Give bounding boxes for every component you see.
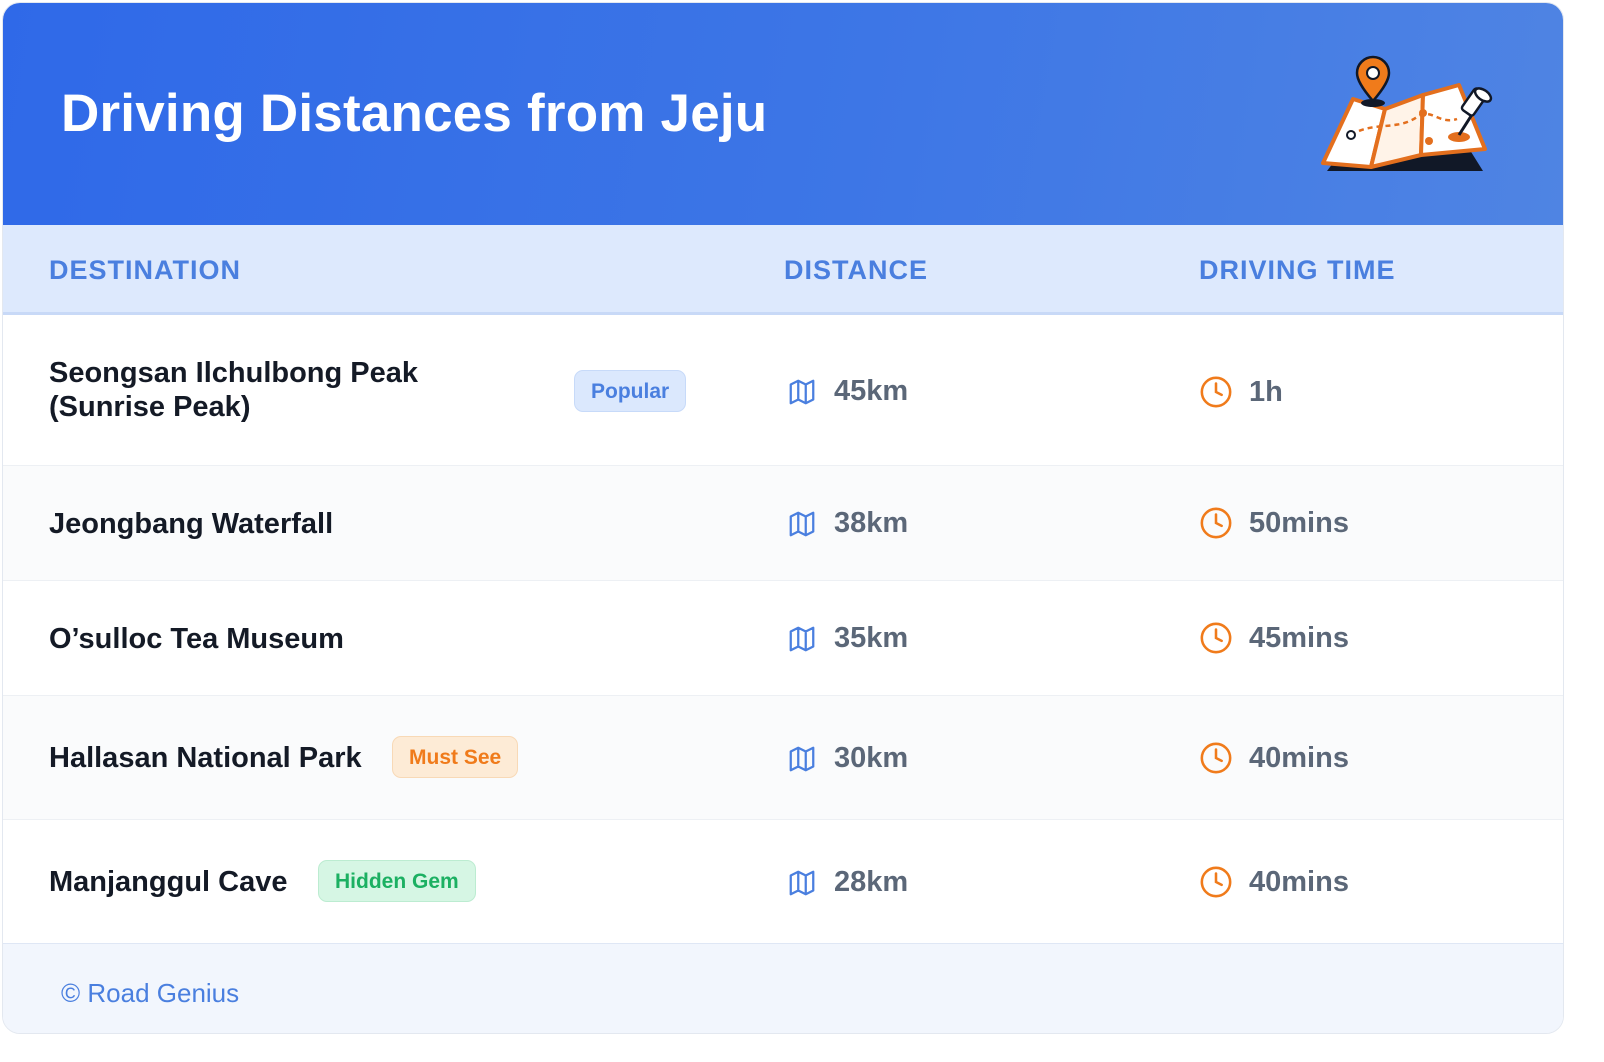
time-cell: 40mins: [1199, 865, 1349, 899]
destination-name: Seongsan Ilchulbong Peak (Sunrise Peak): [49, 357, 419, 423]
time-value: 1h: [1249, 375, 1283, 408]
column-destination[interactable]: DESTINATION: [49, 255, 241, 286]
clock-icon: [1200, 376, 1232, 408]
table-row: Seongsan Ilchulbong Peak (Sunrise Peak) …: [3, 315, 1563, 466]
must-see-badge: Must See: [392, 736, 519, 778]
column-distance[interactable]: DISTANCE: [784, 255, 928, 286]
column-driving-time[interactable]: DRIVING TIME: [1199, 255, 1396, 286]
destination-name: Manjanggul Cave: [49, 866, 288, 898]
table-row: Jeongbang Waterfall 38km 50mins: [3, 466, 1563, 581]
distance-value: 28km: [834, 866, 909, 898]
map-icon: [789, 746, 815, 771]
time-value: 40mins: [1249, 865, 1349, 898]
time-cell: 1h: [1199, 375, 1283, 409]
popular-badge: Popular: [574, 370, 687, 412]
hidden-gem-badge: Hidden Gem: [318, 860, 476, 902]
distance-cell: 45km: [786, 375, 908, 408]
distance-cell: 28km: [786, 866, 908, 899]
time-value: 50mins: [1249, 506, 1349, 539]
time-value: 45mins: [1249, 621, 1349, 654]
distance-value: 35km: [834, 622, 909, 654]
destination-name: Hallasan National Park: [49, 742, 362, 774]
table-row: Hallasan National Park Must See 30km 40m…: [3, 696, 1563, 820]
distance-cell: 35km: [786, 622, 908, 655]
map-icon: [789, 870, 815, 895]
distance-value: 30km: [834, 742, 909, 774]
map-with-pins-icon: [1321, 55, 1493, 171]
time-cell: 45mins: [1199, 621, 1349, 655]
distance-cell: 30km: [786, 742, 908, 775]
destination-name: O’sulloc Tea Museum: [49, 623, 344, 655]
table-row: O’sulloc Tea Museum 35km 45mins: [3, 581, 1563, 696]
table-header: DESTINATION DISTANCE DRIVING TIME: [3, 225, 1563, 315]
card-header: Driving Distances from Jeju: [3, 3, 1563, 225]
clock-icon: [1200, 507, 1232, 539]
destination-name: Jeongbang Waterfall: [49, 508, 334, 540]
page-title: Driving Distances from Jeju: [61, 84, 768, 143]
distance-value: 38km: [834, 507, 909, 539]
map-icon: [789, 379, 815, 404]
footer-credit[interactable]: © Road Genius: [61, 978, 239, 1009]
card-footer: © Road Genius: [3, 943, 1563, 1033]
clock-icon: [1200, 742, 1232, 774]
time-value: 40mins: [1249, 741, 1349, 774]
clock-icon: [1200, 866, 1232, 898]
distance-value: 45km: [834, 375, 909, 407]
time-cell: 40mins: [1199, 741, 1349, 775]
time-cell: 50mins: [1199, 506, 1349, 540]
distance-card: Driving Distances from Jeju DESTINATION: [2, 2, 1564, 1034]
clock-icon: [1200, 622, 1232, 654]
map-icon: [789, 511, 815, 536]
table-row: Manjanggul Cave Hidden Gem 28km 40mins: [3, 820, 1563, 943]
map-icon: [789, 626, 815, 651]
distance-cell: 38km: [786, 507, 908, 540]
